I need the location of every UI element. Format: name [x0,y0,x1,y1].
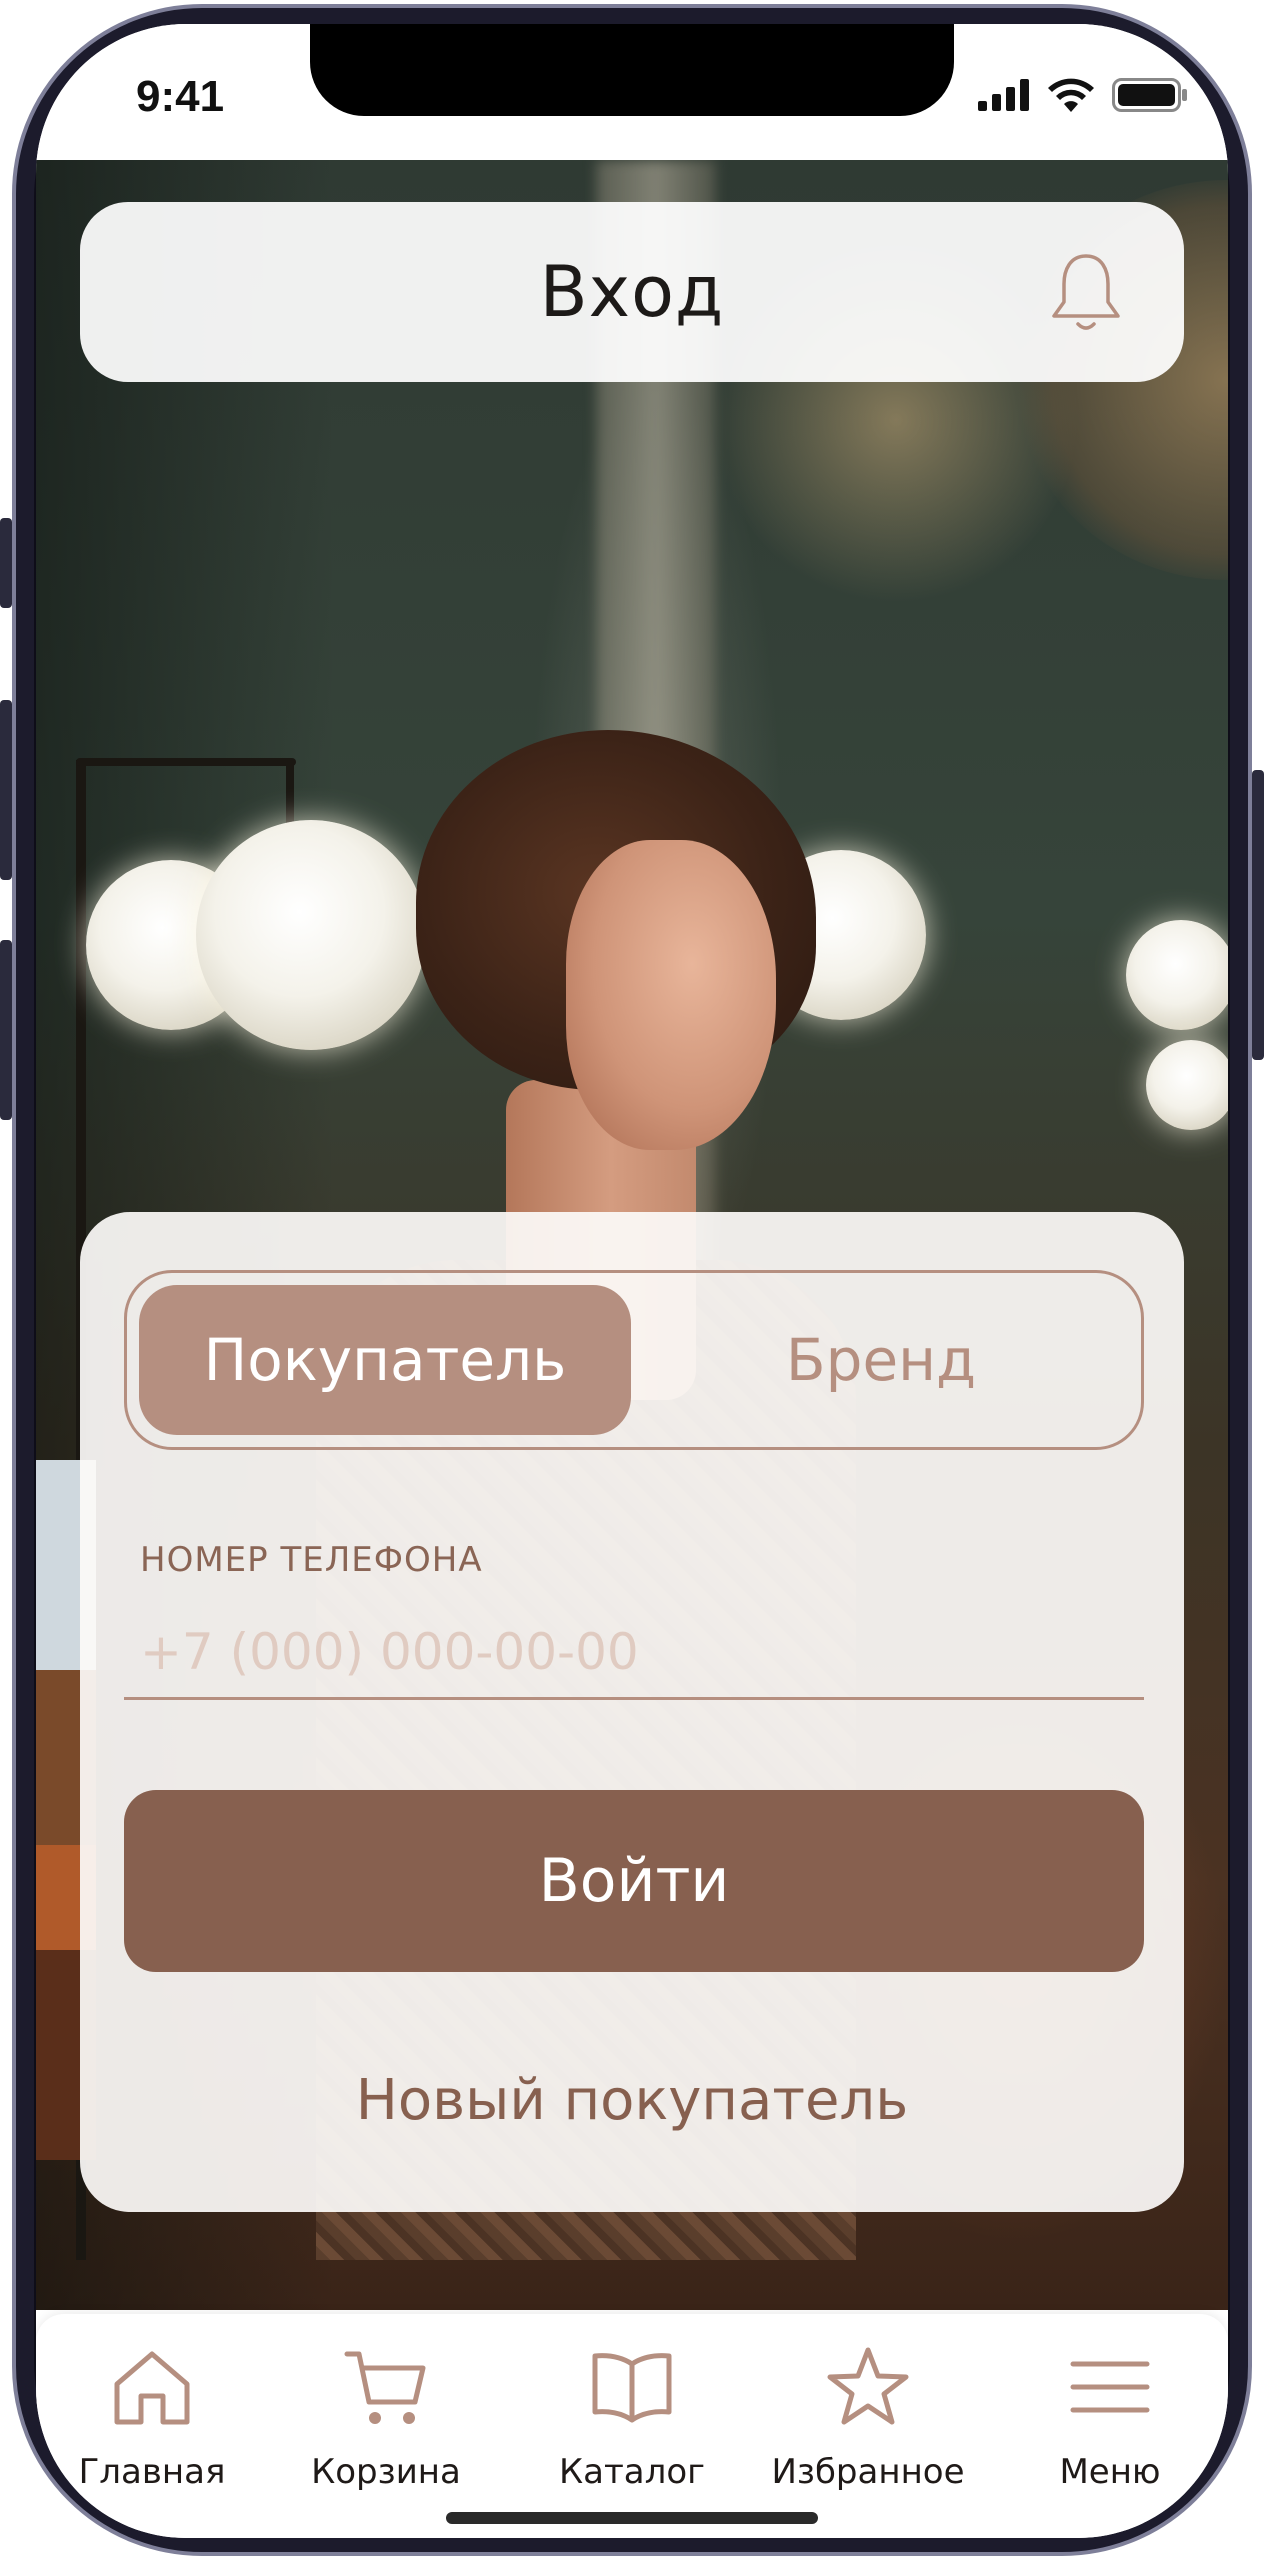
menu-icon [1070,2361,1150,2413]
login-card: Покупатель Бренд НОМЕР ТЕЛЕФОНА Войти Но… [80,1212,1184,2212]
home-icon [114,2351,190,2425]
tab-catalog[interactable]: Каталог [514,2344,750,2492]
home-indicator[interactable] [446,2512,818,2524]
cart-icon [344,2351,426,2424]
role-option-buyer[interactable]: Покупатель [139,1285,631,1435]
status-icons [978,78,1188,112]
tab-label: Избранное [771,2452,965,2492]
login-button[interactable]: Войти [124,1790,1144,1972]
notch [310,24,954,116]
tab-label: Меню [1059,2452,1161,2492]
page-title: Вход [539,251,725,333]
signal-icon [978,79,1029,111]
tab-bar: Главная Корзина Каталог Избранное Меню [36,2314,1228,2538]
tab-label: Корзина [311,2452,461,2492]
side-button-silent [0,518,12,608]
phone-field-label: НОМЕР ТЕЛЕФОНА [140,1540,483,1580]
screen: 9:41 Вход Покупатель Бренд НОМЕР ТЕЛЕФОН… [36,24,1228,2538]
phone-input[interactable] [124,1606,1144,1700]
star-icon [827,2347,909,2425]
side-button-volume-up [0,700,12,880]
wifi-icon [1048,78,1094,112]
tab-favorites[interactable]: Избранное [750,2344,986,2492]
new-buyer-link[interactable]: Новый покупатель [80,2068,1184,2133]
bell-icon[interactable] [1046,250,1126,340]
role-switch: Покупатель Бренд [124,1270,1144,1450]
status-bar: 9:41 [36,24,1228,160]
role-option-brand[interactable]: Бренд [635,1285,1127,1435]
side-button-power [1252,770,1264,1060]
book-icon [592,2353,672,2423]
tab-cart[interactable]: Корзина [268,2344,504,2492]
tab-label: Каталог [558,2452,705,2492]
tab-label: Главная [78,2452,226,2492]
side-button-volume-down [0,940,12,1120]
tab-home[interactable]: Главная [36,2344,270,2492]
header-bar: Вход [80,202,1184,382]
status-time: 9:41 [136,72,225,121]
battery-icon [1112,78,1187,112]
tab-menu[interactable]: Меню [992,2344,1228,2492]
